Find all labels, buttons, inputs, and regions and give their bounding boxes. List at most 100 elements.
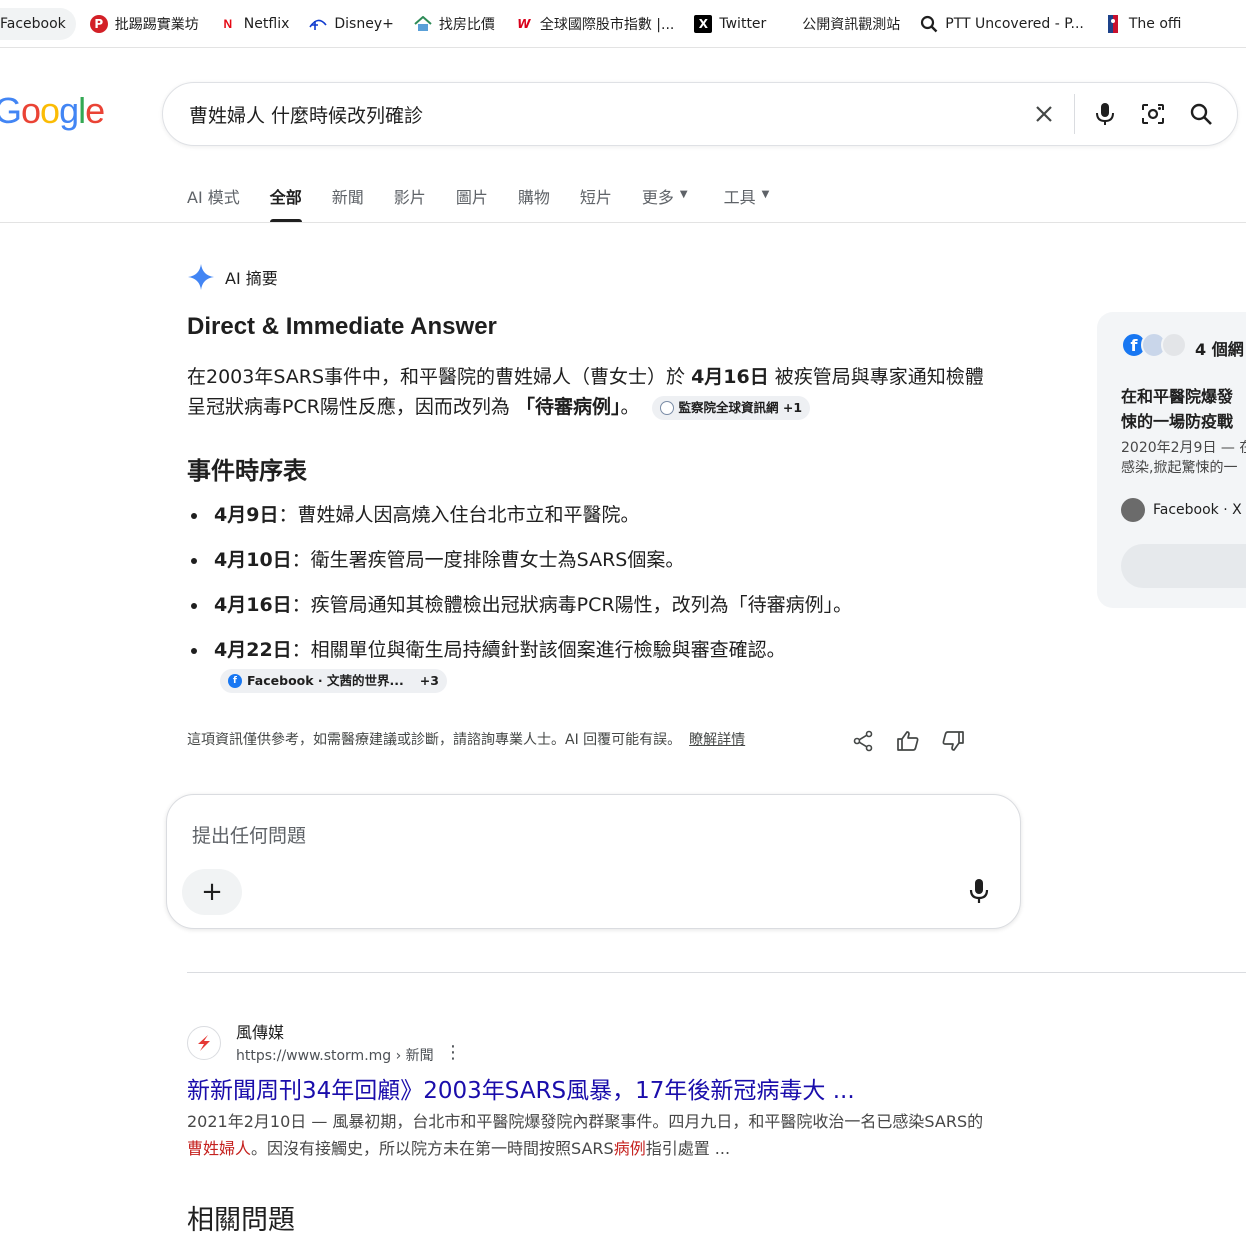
- tab-label: 工具: [723, 188, 756, 207]
- bookmark-twitter[interactable]: X Twitter: [684, 8, 776, 40]
- ask-anything-box[interactable]: 提出任何問題 +: [166, 794, 1021, 929]
- bookmark-stock[interactable]: W 全球國際股市指數 |...: [505, 8, 685, 40]
- tab-images[interactable]: 圖片: [456, 176, 488, 222]
- ai-disclaimer: 這項資訊僅供參考，如需醫療建議或診斷，請諮詢專業人士。AI 回覆可能有誤。 瞭解詳…: [187, 729, 745, 749]
- section-divider: [187, 972, 1246, 973]
- source-chip-control-yuan[interactable]: 監察院全球資訊網 +1: [651, 395, 811, 420]
- tab-label: 購物: [517, 188, 550, 207]
- source-snippet-line: 2020年2月9日 — 在: [1121, 440, 1246, 456]
- snippet-text: 。因沒有接觸史，所以院方未在第一時間按照SARS: [251, 1139, 614, 1158]
- source-title-line: 在和平醫院爆發: [1121, 387, 1234, 406]
- thumbs-up-icon[interactable]: [893, 726, 923, 756]
- answer-case: 「待審病例」: [515, 396, 621, 418]
- sparkle-icon: [188, 264, 214, 290]
- tab-videos[interactable]: 影片: [394, 176, 426, 222]
- microphone-icon[interactable]: [963, 875, 995, 907]
- bookmark-ptt[interactable]: P 批踢踢實業坊: [80, 8, 209, 40]
- tabs-divider: [0, 222, 1246, 223]
- tab-shorts[interactable]: 短片: [580, 176, 612, 222]
- chevron-down-icon: ▼: [761, 189, 770, 200]
- source-snippet: 2020年2月9日 — 在 感染,掀起驚悚的一: [1121, 438, 1246, 478]
- tab-ai-mode[interactable]: AI 模式: [187, 176, 240, 222]
- bookmark-label: Twitter: [719, 15, 767, 32]
- bookmark-facebook[interactable]: Facebook: [0, 7, 76, 40]
- bookmark-label: 全球國際股市指數 |...: [539, 16, 675, 33]
- google-logo[interactable]: Google: [0, 90, 105, 132]
- bookmark-label: 批踢踢實業坊: [114, 16, 199, 33]
- bookmark-ptt-uncovered[interactable]: PTT Uncovered - P...: [910, 8, 1094, 40]
- bookmark-mops[interactable]: 公開資訊觀測站: [792, 8, 910, 40]
- bookmark-label: PTT Uncovered - P...: [945, 15, 1084, 32]
- source-name: Facebook · X: [1153, 502, 1242, 518]
- bookmark-disney[interactable]: Disney+: [299, 8, 403, 40]
- feedback-actions: [848, 726, 983, 756]
- ai-overview-header: AI 摘要: [187, 263, 278, 291]
- sources-card[interactable]: f 4 個網 在和平醫院爆發 悚的一場防疫戰 2020年2月9日 — 在 感染,…: [1097, 312, 1246, 608]
- timeline-list: 4月9日：曹姓婦人因高燒入住台北市立和平醫院。 4月10日：衛生署疾管局一度排除…: [187, 500, 852, 710]
- snippet-text: 指引處置 ...: [645, 1139, 731, 1158]
- list-item: 4月16日：疾管局通知其檢體檢出冠狀病毒PCR陽性，改列為「待審病例」。: [187, 590, 887, 620]
- bookmark-label: 公開資訊觀測站: [802, 16, 901, 33]
- bookmark-netflix[interactable]: N Netflix: [209, 8, 300, 40]
- bookmark-house[interactable]: 找房比價: [404, 8, 505, 40]
- add-button[interactable]: +: [182, 869, 242, 915]
- tab-more[interactable]: 更多 ▼: [642, 176, 688, 222]
- plus-icon: +: [201, 877, 223, 907]
- list-item: 4月9日：曹姓婦人因高燒入住台北市立和平醫院。: [187, 500, 807, 530]
- globe-icon: [659, 400, 674, 415]
- search-tabs: AI 模式 全部 新聞 影片 圖片 購物 短片 更多 ▼ 工具 ▼: [187, 176, 799, 222]
- timeline-text: ：衛生署疾管局一度排除曹女士為SARS個案。: [291, 549, 685, 571]
- bookmark-label: Disney+: [334, 15, 394, 32]
- bookmark-label: The offi: [1128, 15, 1182, 32]
- tab-all[interactable]: 全部: [269, 176, 302, 222]
- learn-more-link[interactable]: 瞭解詳情: [689, 732, 745, 748]
- list-item: 4月22日：相關單位與衛生局持續針對該個案進行檢驗與審查確認。 f Facebo…: [187, 635, 807, 695]
- result-url[interactable]: https://www.storm.mg › 新聞: [236, 1045, 434, 1065]
- timeline-date: 4月16日: [214, 594, 292, 616]
- tab-label: 圖片: [455, 188, 488, 207]
- source-chip-facebook[interactable]: f Facebook · 文茜的世界... +3: [220, 668, 447, 693]
- timeline-text: ：曹姓婦人因高燒入住台北市立和平醫院。: [278, 504, 640, 526]
- tab-label: 新聞: [331, 188, 364, 207]
- result-snippet: 2021年2月10日 — 風暴初期，台北市和平醫院爆發院內群聚事件。四月九日，和…: [187, 1108, 997, 1162]
- result-site-name[interactable]: 風傳媒: [236, 1019, 284, 1043]
- microphone-icon[interactable]: [1081, 90, 1129, 138]
- search-icon[interactable]: [1177, 90, 1225, 138]
- tab-label: 更多: [641, 188, 674, 207]
- nba-icon: [1104, 14, 1122, 33]
- bookmark-nba[interactable]: The offi: [1094, 8, 1192, 40]
- tab-shopping[interactable]: 購物: [518, 176, 550, 222]
- search-box[interactable]: 曹姓婦人 什麼時候改列確診: [162, 82, 1238, 146]
- house-icon: [414, 15, 432, 33]
- search-input[interactable]: 曹姓婦人 什麼時候改列確診: [189, 101, 1020, 128]
- ai-answer-text: 在2003年SARS事件中，和平醫院的曹姓婦人（曹女士）於 4月16日 被疾管局…: [187, 362, 997, 422]
- result-title-link[interactable]: 新新聞周刊34年回顧》2003年SARS風暴，17年後新冠病毒大 ...: [187, 1071, 855, 1105]
- tab-tools[interactable]: 工具 ▼: [724, 176, 770, 222]
- chip-count: +1: [782, 399, 803, 415]
- site-icon: [1161, 332, 1187, 358]
- source-title[interactable]: 在和平醫院爆發 悚的一場防疫戰: [1121, 384, 1246, 434]
- snippet-text: 2021年2月10日 — 風暴初期，台北市和平醫院爆發院內群聚事件。四月九日，和…: [187, 1112, 984, 1131]
- list-item: 4月10日：衛生署疾管局一度排除曹女士為SARS個案。: [187, 545, 807, 575]
- related-questions-heading: 相關問題: [187, 1205, 295, 1236]
- camera-lens-icon[interactable]: [1129, 90, 1177, 138]
- answer-text: 在2003年SARS事件中，和平醫院的曹姓婦人（曹女士）於: [187, 366, 692, 388]
- tab-label: AI 模式: [187, 188, 240, 207]
- storm-favicon[interactable]: [187, 1026, 221, 1060]
- bookmark-label: Facebook: [0, 15, 66, 32]
- timeline-text: ：疾管局通知其檢體檢出冠狀病毒PCR陽性，改列為「待審病例」。: [291, 594, 853, 616]
- x-icon: X: [694, 14, 713, 33]
- more-options-icon[interactable]: ⋮: [444, 1043, 462, 1063]
- share-icon[interactable]: [848, 726, 878, 756]
- thumbs-down-icon[interactable]: [938, 726, 968, 756]
- chip-count: +3: [419, 672, 439, 688]
- snippet-highlight: 病例: [613, 1139, 646, 1158]
- tab-news[interactable]: 新聞: [332, 176, 364, 222]
- clear-icon[interactable]: [1020, 90, 1068, 138]
- disney-icon: [309, 15, 327, 33]
- source-snippet-line: 感染,掀起驚悚的一: [1121, 460, 1238, 476]
- show-all-button[interactable]: [1121, 544, 1246, 588]
- ai-answer-title: Direct & Immediate Answer: [187, 313, 497, 340]
- search-divider: [1074, 94, 1075, 134]
- ask-input[interactable]: 提出任何問題: [192, 821, 306, 848]
